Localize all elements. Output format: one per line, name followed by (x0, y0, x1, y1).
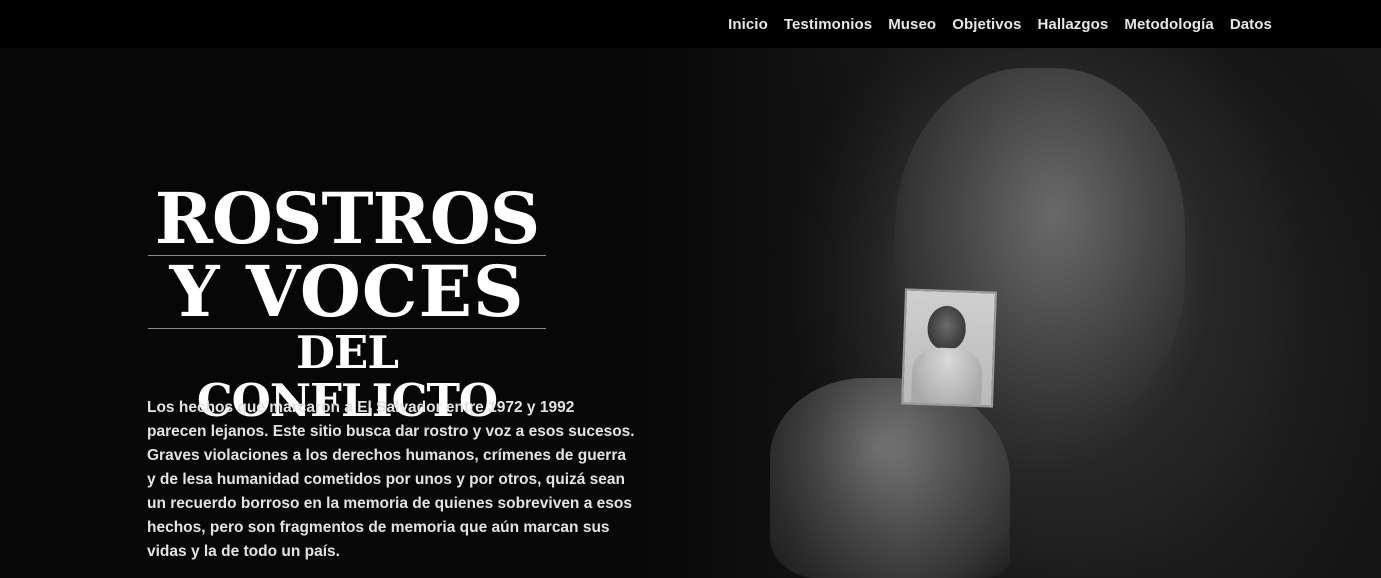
main-nav: Inicio Testimonios Museo Objetivos Halla… (728, 0, 1272, 48)
hero-intro-text: Los hechos que marcaron a El Salvador en… (147, 399, 635, 560)
nav-item-objetivos[interactable]: Objetivos (952, 16, 1021, 33)
nav-item-testimonios[interactable]: Testimonios (784, 16, 872, 33)
portrait-man-face (895, 68, 1185, 428)
nav-item-datos[interactable]: Datos (1230, 16, 1272, 33)
page: Inicio Testimonios Museo Objetivos Halla… (0, 0, 1381, 578)
hero-title-line-1: ROSTROS (154, 177, 541, 260)
nav-item-hallazgos[interactable]: Hallazgos (1037, 16, 1108, 33)
nav-item-metodologia[interactable]: Metodología (1124, 16, 1213, 33)
hero-background-photo (520, 48, 1381, 578)
held-id-photo (901, 288, 997, 408)
nav-item-inicio[interactable]: Inicio (728, 16, 768, 33)
hero-title: ROSTROS Y VOCES DEL CONFLICTO (146, 183, 548, 425)
id-photo-body (910, 346, 983, 408)
hero-title-line-2: Y VOCES (169, 250, 525, 333)
id-photo-head (926, 305, 967, 351)
nav-item-museo[interactable]: Museo (888, 16, 936, 33)
top-navigation-bar: Inicio Testimonios Museo Objetivos Halla… (0, 0, 1381, 48)
portrait-man-hand (770, 378, 1010, 578)
